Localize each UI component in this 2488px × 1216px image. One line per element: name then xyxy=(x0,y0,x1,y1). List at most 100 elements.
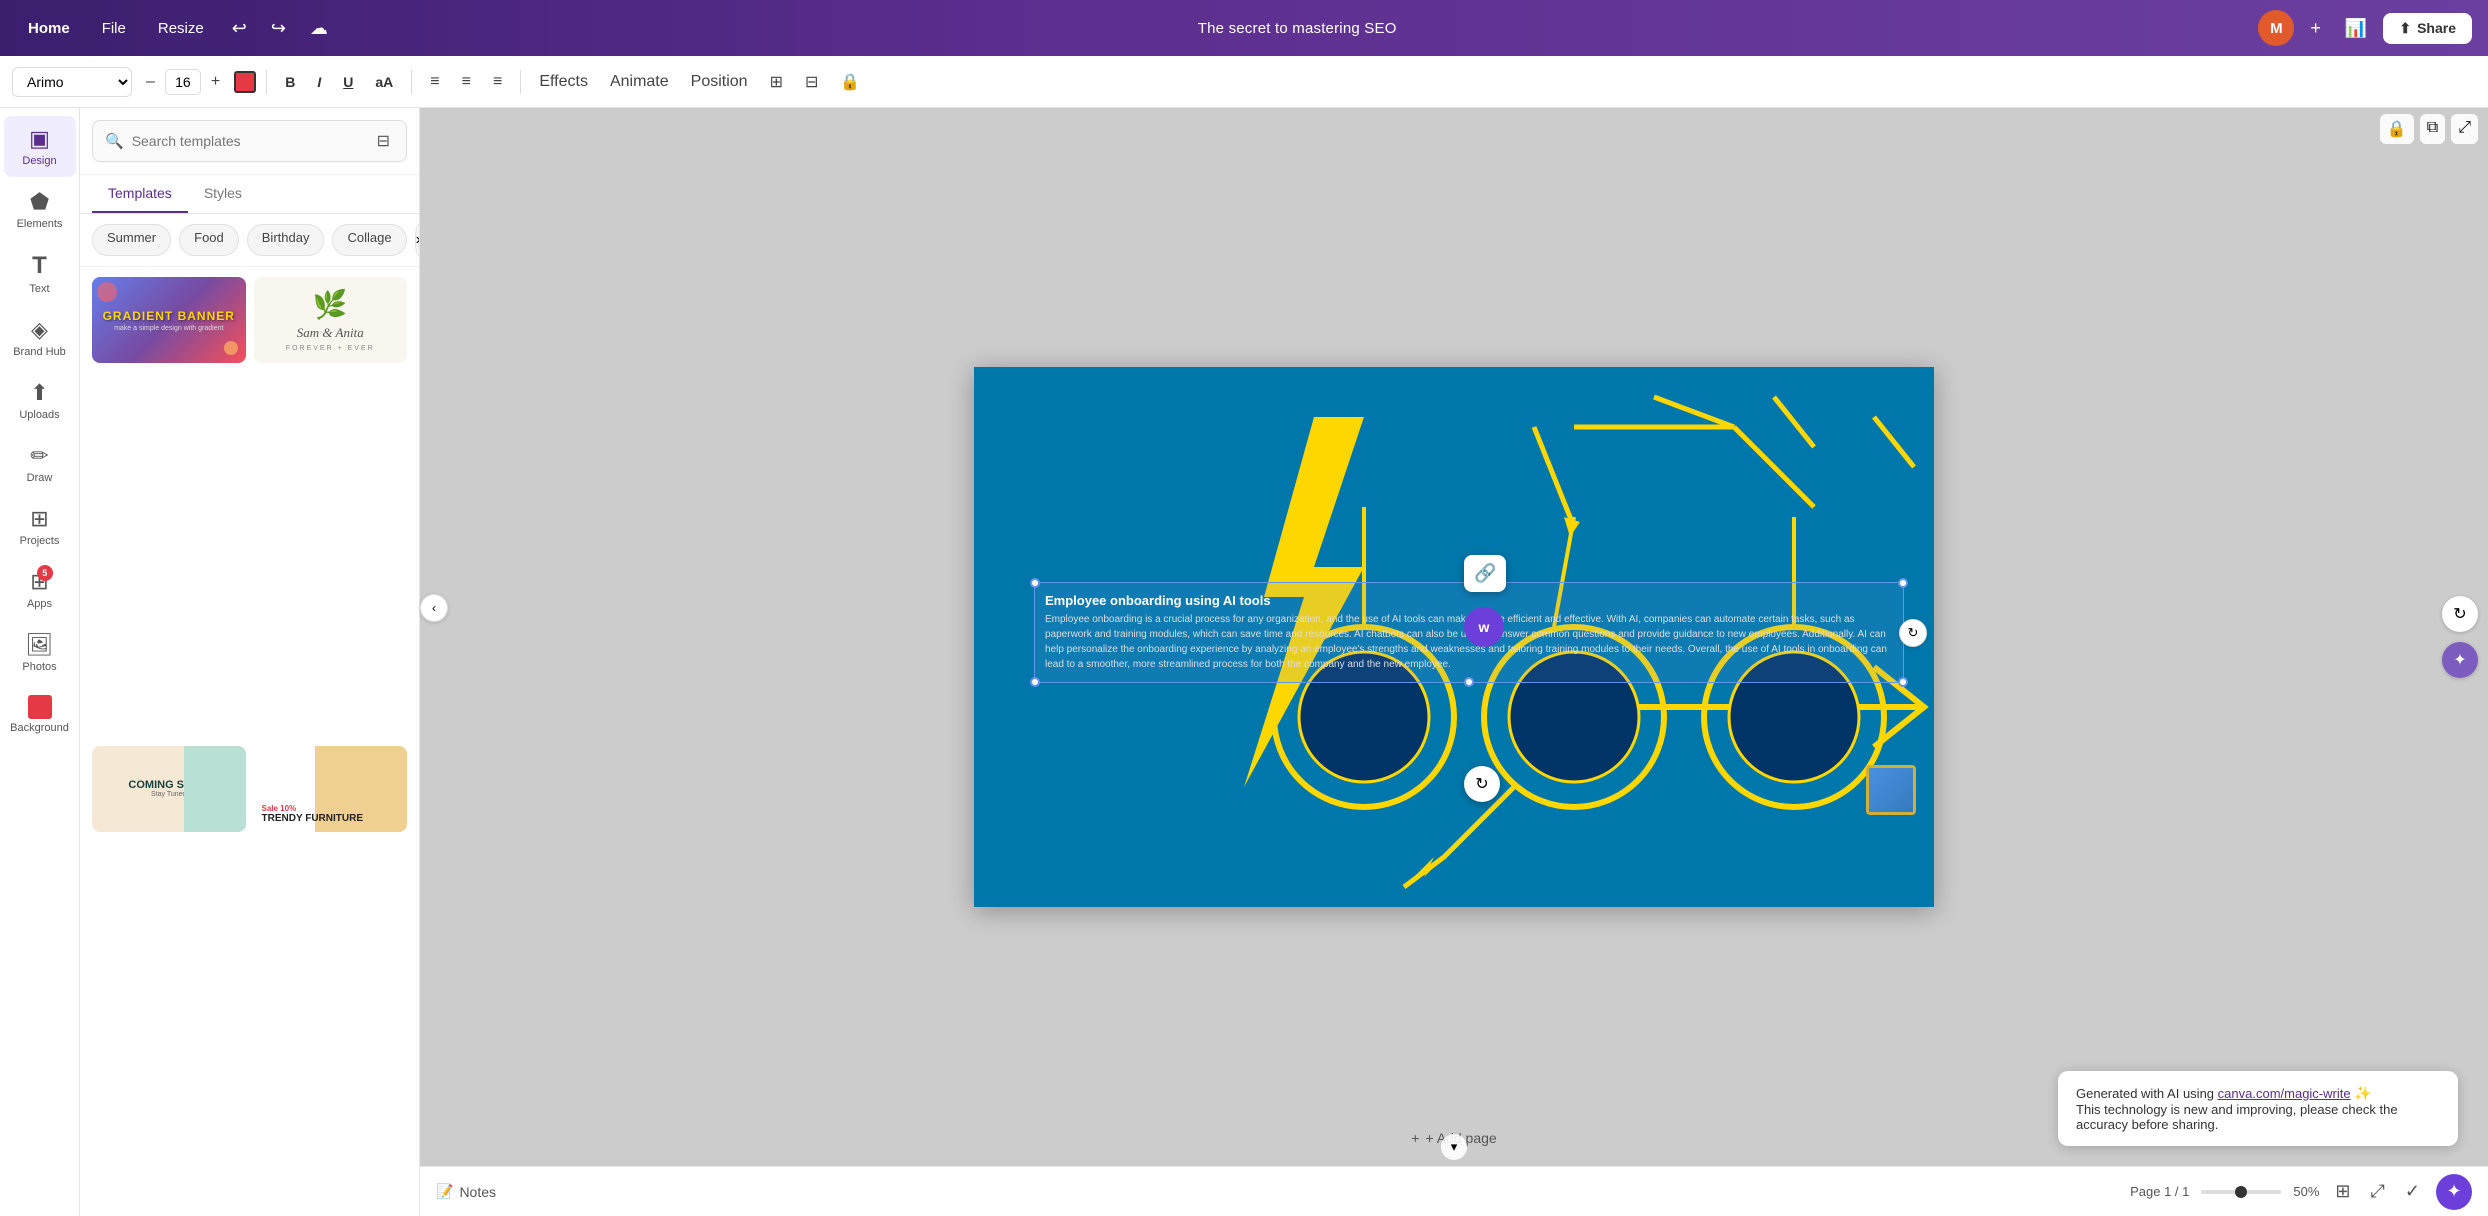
sidebar-item-photos[interactable]: 🖼 Photos xyxy=(4,622,76,683)
chip-more-button[interactable]: › xyxy=(415,224,419,256)
sidebar-item-draw[interactable]: ✏ Draw xyxy=(4,433,76,494)
increase-font-button[interactable]: + xyxy=(203,68,228,96)
font-size-control: – + xyxy=(138,68,228,96)
grid-button[interactable]: ⊞ xyxy=(762,67,791,97)
sidebar-item-text-label: Text xyxy=(29,283,49,295)
chat-floating-button[interactable]: ✦ xyxy=(2436,1174,2472,1210)
chip-food[interactable]: Food xyxy=(179,224,239,256)
sidebar-item-elements[interactable]: ⬟ Elements xyxy=(4,179,76,240)
sidebar-item-apps[interactable]: ⊞ 5 Apps xyxy=(4,559,76,620)
elements-icon: ⬟ xyxy=(30,189,49,215)
underline-button[interactable]: U xyxy=(335,69,361,95)
align-right-button[interactable]: ≡ xyxy=(485,68,510,96)
cloud-save-button[interactable]: ☁ xyxy=(302,12,336,45)
filter-button[interactable]: ⊟ xyxy=(373,129,394,153)
canvas-content: 🔒 ⧉ ⤢ xyxy=(420,108,2488,1166)
bold-button[interactable]: B xyxy=(277,69,303,95)
selection-handle-tl xyxy=(1030,578,1040,588)
help-icon[interactable]: ✦ xyxy=(2442,642,2478,678)
share-button[interactable]: ⬆ Share xyxy=(2383,13,2472,44)
template-gradient-subtitle: make a simple design with gradient xyxy=(114,325,223,332)
sidebar-item-uploads[interactable]: ⬆ Uploads xyxy=(4,370,76,431)
panel-collapse-handle[interactable]: ‹ xyxy=(420,594,448,622)
template-gradient-preview: GRADIENT BANNER make a simple design wit… xyxy=(92,277,246,363)
projects-icon: ⊞ xyxy=(30,506,48,532)
link-popup[interactable]: 🔗 xyxy=(1464,555,1506,592)
lock-canvas-icon[interactable]: 🔒 xyxy=(2380,114,2414,144)
search-input[interactable] xyxy=(132,133,365,149)
templates-grid: GRADIENT BANNER make a simple design wit… xyxy=(80,267,419,1216)
webflow-icon[interactable]: w xyxy=(1464,607,1504,647)
redo-button[interactable]: ↪ xyxy=(263,12,294,45)
ai-link[interactable]: canva.com/magic-write xyxy=(2218,1086,2351,1101)
sidebar-item-draw-label: Draw xyxy=(27,472,53,484)
sidebar-item-background-label: Background xyxy=(10,722,69,734)
chip-summer[interactable]: Summer xyxy=(92,224,171,256)
ai-sparkle: ✨ xyxy=(2354,1085,2371,1101)
sidebar-item-text[interactable]: T Text xyxy=(4,242,76,305)
rotate-handle[interactable]: ↻ xyxy=(1899,619,1927,647)
zoom-label: 50% xyxy=(2293,1184,2319,1199)
check-button[interactable]: ✓ xyxy=(2401,1177,2424,1206)
font-size-input[interactable] xyxy=(165,69,201,95)
top-navigation: Home File Resize ↩ ↪ ☁ The secret to mas… xyxy=(0,0,2488,56)
page-progress-control[interactable] xyxy=(2201,1190,2281,1194)
sidebar-item-design[interactable]: ▣ Design xyxy=(4,116,76,177)
sidebar-item-projects[interactable]: ⊞ Projects xyxy=(4,496,76,557)
brand-hub-icon: ◈ xyxy=(31,317,48,343)
position-button[interactable]: Position xyxy=(683,68,756,96)
expand-canvas-bottom[interactable]: ▾ xyxy=(1441,1134,1467,1160)
decrease-font-button[interactable]: – xyxy=(138,68,163,96)
design-canvas[interactable]: Employee onboarding using AI tools Emplo… xyxy=(974,367,1934,907)
align-center-button[interactable]: ≡ xyxy=(454,68,479,96)
filter-toolbar-button[interactable]: ⊟ xyxy=(797,67,826,97)
sidebar-item-brand-hub[interactable]: ◈ Brand Hub xyxy=(4,307,76,368)
lock-button[interactable]: 🔒 xyxy=(832,67,868,97)
uploads-icon: ⬆ xyxy=(30,380,48,406)
case-button[interactable]: aA xyxy=(367,69,401,95)
tab-templates[interactable]: Templates xyxy=(92,175,188,213)
template-furniture[interactable]: Sale 10% TRENDY FURNITURE xyxy=(254,746,408,832)
refresh-popup[interactable]: ↻ xyxy=(1464,766,1500,802)
analytics-button[interactable]: 📊 xyxy=(2337,12,2375,45)
template-wedding-preview: 🌿 Sam & Anita FOREVER + EVER xyxy=(254,277,408,363)
undo-button[interactable]: ↩ xyxy=(224,12,255,45)
rotate-right-icon[interactable]: ↻ xyxy=(2442,596,2478,632)
sidebar-item-apps-label: Apps xyxy=(27,598,52,610)
file-button[interactable]: File xyxy=(90,14,138,43)
effects-button[interactable]: Effects xyxy=(531,68,596,96)
chip-birthday[interactable]: Birthday xyxy=(247,224,325,256)
formatting-toolbar: Arimo – + B I U aA ≡ ≡ ≡ Effects Animate… xyxy=(0,56,2488,108)
animate-button[interactable]: Animate xyxy=(602,68,677,96)
template-gradient-banner[interactable]: GRADIENT BANNER make a simple design wit… xyxy=(92,277,246,363)
canvas-image-square[interactable] xyxy=(1866,765,1916,815)
templates-panel: 🔍 ⊟ Templates Styles Summer Food Birthda… xyxy=(80,108,420,1216)
resize-button[interactable]: Resize xyxy=(146,14,216,43)
photos-icon: 🖼 xyxy=(26,632,54,658)
template-coming-preview: COMING SOON Stay Tuned xyxy=(92,746,246,832)
grid-view-button[interactable]: ⊞ xyxy=(2331,1177,2354,1206)
tab-styles[interactable]: Styles xyxy=(188,175,258,213)
apps-icon: ⊞ 5 xyxy=(30,569,48,595)
bottom-bar: 📝 Notes Page 1 / 1 50% ⊞ ⤢ ✓ ✦ xyxy=(420,1166,2488,1216)
user-avatar[interactable]: M xyxy=(2258,10,2294,46)
template-coming-soon[interactable]: COMING SOON Stay Tuned xyxy=(92,746,246,832)
notes-button[interactable]: 📝 Notes xyxy=(436,1183,496,1200)
add-page-icon: + xyxy=(1411,1130,1419,1146)
chip-collage[interactable]: Collage xyxy=(332,224,406,256)
sidebar-item-background[interactable]: ▣ Background xyxy=(4,685,76,744)
filter-chips: Summer Food Birthday Collage › xyxy=(80,214,419,267)
copy-canvas-icon[interactable]: ⧉ xyxy=(2420,114,2445,144)
align-left-button[interactable]: ≡ xyxy=(422,68,447,96)
expand-canvas-icon[interactable]: ⤢ xyxy=(2451,114,2478,144)
page-indicator: Page 1 / 1 xyxy=(2130,1184,2189,1199)
text-color-picker[interactable] xyxy=(234,71,256,93)
home-button[interactable]: Home xyxy=(16,14,82,43)
ai-notification: Generated with AI using canva.com/magic-… xyxy=(2058,1071,2458,1146)
expand-view-button[interactable]: ⤢ xyxy=(2367,1177,2389,1206)
italic-button[interactable]: I xyxy=(309,69,329,95)
add-page-nav-button[interactable]: + xyxy=(2302,12,2329,45)
share-icon: ⬆ xyxy=(2399,20,2411,37)
font-family-select[interactable]: Arimo xyxy=(12,67,132,97)
template-wedding[interactable]: 🌿 Sam & Anita FOREVER + EVER xyxy=(254,277,408,363)
